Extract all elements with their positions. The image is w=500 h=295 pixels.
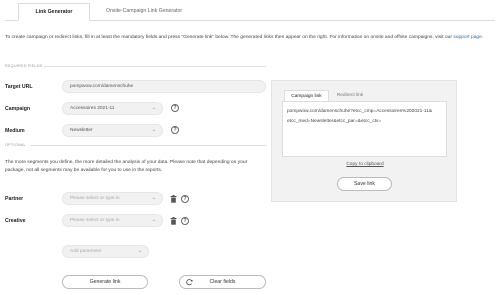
generated-link-line-1: pompwow.com/damenschuhe?etcc_cmp=Accesso… [287, 109, 433, 114]
campaign-select[interactable]: Accessoires 2021-11 ⌄ [62, 102, 163, 115]
clear-fields-label: Clear fields [209, 279, 236, 285]
copy-to-clipboard-link[interactable]: Copy to clipboard [272, 162, 458, 167]
medium-help-icon[interactable]: ? [171, 126, 179, 134]
chevron-down-icon: ⌄ [137, 248, 142, 254]
tab-onsite-campaign-link-generator[interactable]: Onsite-Campaign Link Generator [98, 3, 190, 21]
generated-link-line-2: etcc_med=Newsletter&etcc_par=&etcc_ctv= [287, 119, 382, 124]
optional-description: The more segments you define, the more d… [5, 160, 248, 173]
output-panel: Campaign link Redirect link pompwow.com/… [271, 80, 457, 202]
campaign-value: Accessoires 2021-11 [70, 106, 115, 111]
intro-body: To create campaign or redirect links, fi… [5, 35, 454, 40]
creative-trash-icon[interactable] [170, 217, 177, 225]
partner-placeholder: Please select or type in [70, 196, 120, 201]
target-url-input[interactable]: pompwow.com/damenschuhe [62, 80, 266, 93]
campaign-label: Campaign [5, 106, 31, 112]
intro-text: To create campaign or redirect links, fi… [5, 34, 495, 42]
chevron-down-icon: ⌄ [151, 195, 156, 201]
creative-label: Creative [5, 218, 26, 224]
medium-value: Newsletter [70, 128, 93, 133]
support-page-link[interactable]: support page [453, 35, 482, 40]
add-parameter-placeholder: Add parameter [70, 249, 102, 254]
required-divider [44, 66, 266, 67]
campaign-help-icon[interactable]: ? [171, 104, 179, 112]
partner-select[interactable]: Please select or type in ⌄ [62, 192, 163, 205]
partner-trash-icon[interactable] [170, 195, 177, 203]
creative-help-icon[interactable]: ? [181, 217, 189, 225]
target-url-label: Target URL [5, 84, 33, 90]
creative-placeholder: Please select or type in [70, 218, 120, 223]
generated-link-output[interactable]: pompwow.com/damenschuhe?etcc_cmp=Accesso… [282, 101, 447, 157]
tab-campaign-link[interactable]: Campaign link [284, 90, 329, 101]
creative-select[interactable]: Please select or type in ⌄ [62, 214, 163, 227]
clear-fields-button[interactable]: Clear fields [179, 275, 266, 289]
optional-divider [30, 145, 266, 146]
generate-link-button[interactable]: Generate link [62, 275, 148, 289]
intro-suffix: . [481, 35, 484, 40]
partner-label: Partner [5, 196, 24, 202]
chevron-down-icon: ⌄ [151, 127, 156, 133]
medium-select[interactable]: Newsletter ⌄ [62, 124, 163, 137]
add-parameter-select[interactable]: Add parameter ⌄ [62, 245, 149, 258]
required-fields-heading: REQUIRED FIELDS [5, 64, 43, 68]
chevron-down-icon: ⌄ [151, 217, 156, 223]
tab-link-generator[interactable]: Link Generator [18, 3, 90, 21]
partner-help-icon[interactable]: ? [181, 195, 189, 203]
optional-heading: OPTIONAL [5, 143, 26, 147]
refresh-icon [186, 279, 193, 286]
medium-label: Medium [5, 128, 25, 134]
chevron-down-icon: ⌄ [151, 105, 156, 111]
tab-redirect-link[interactable]: Redirect link [329, 90, 371, 101]
tab-bar: Link Generator Onsite-Campaign Link Gene… [0, 0, 500, 21]
save-link-button[interactable]: Save link [337, 177, 392, 191]
